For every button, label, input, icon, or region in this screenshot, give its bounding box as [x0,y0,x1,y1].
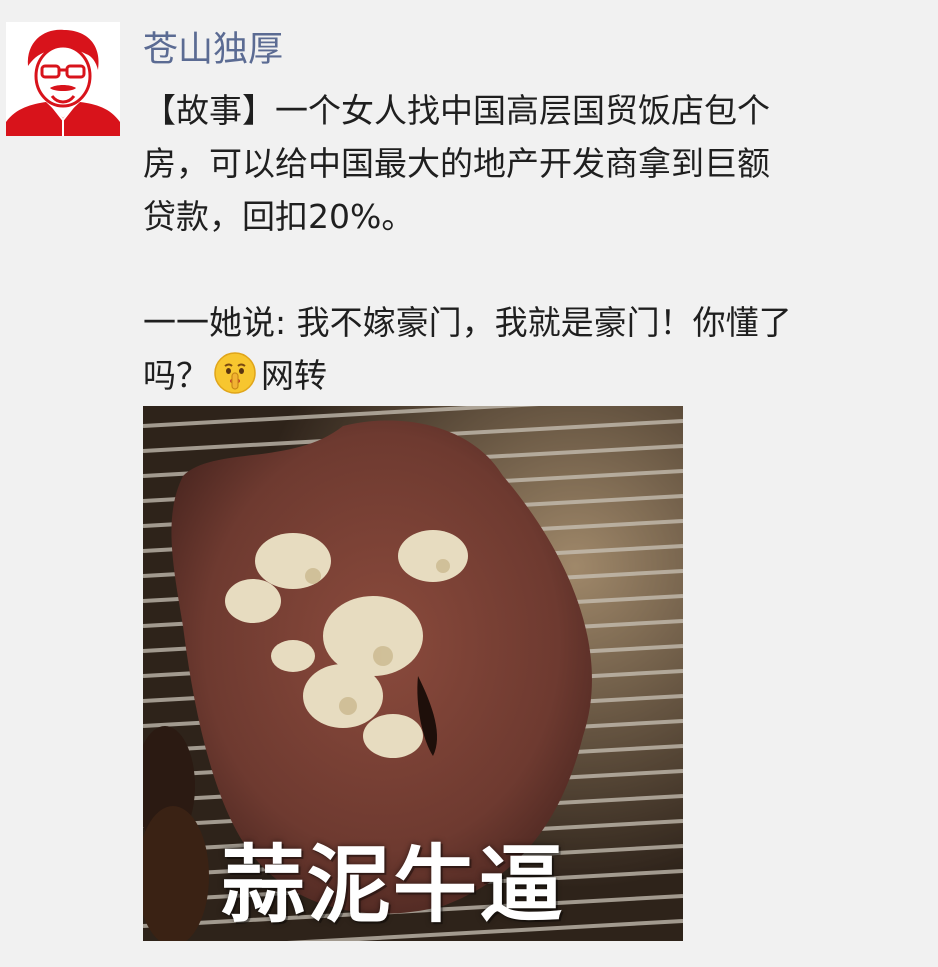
post: 苍山独厚 【故事】一个女人找中国高层国贸饭店包个 房，可以给中国最大的地产开发商… [143,26,928,402]
author-name[interactable]: 苍山独厚 [143,26,928,74]
author-avatar[interactable] [6,22,120,136]
post-body: 【故事】一个女人找中国高层国贸饭店包个 房，可以给中国最大的地产开发商拿到巨额 … [143,84,928,402]
avatar-portrait-icon [6,22,120,136]
post-line-text: 网转 [261,356,327,395]
post-image[interactable]: 蒜泥牛逼 [143,406,683,941]
post-line: 一一她说: 我不嫁豪门，我就是豪门！你懂了 [143,303,792,342]
image-caption: 蒜泥牛逼 [221,836,566,934]
post-line: 贷款，回扣20%。 [143,197,415,236]
shushing-face-icon [213,351,257,395]
post-line: 房，可以给中国最大的地产开发商拿到巨额 [143,144,770,183]
post-line: 【故事】一个女人找中国高层国贸饭店包个 [143,91,770,130]
post-line-last: 吗？ 网转 [143,349,928,402]
post-line-text: 吗？ [143,356,209,395]
